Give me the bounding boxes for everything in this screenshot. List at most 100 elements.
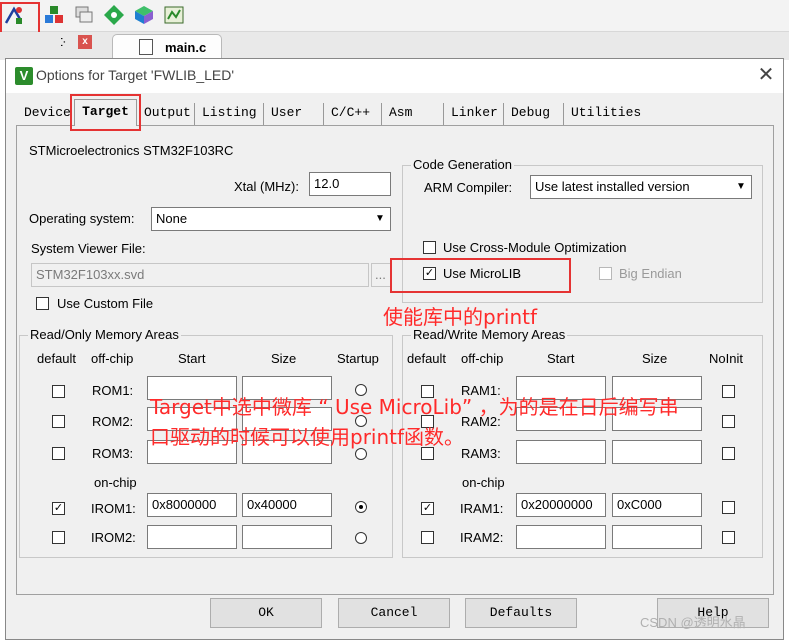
iram2-start-input[interactable] [516, 525, 606, 549]
ram2-noinit-checkbox[interactable] [722, 415, 735, 428]
chevron-down-icon: ▼ [736, 181, 746, 192]
rw-on-chip-label: on-chip [462, 475, 505, 490]
toolbar-highlight-box [0, 2, 40, 34]
iram2-noinit-checkbox[interactable] [722, 531, 735, 544]
editor-tab-main-c[interactable]: main.c [112, 34, 222, 60]
ok-button[interactable]: OK [210, 598, 322, 628]
rw-header-noinit: NoInit [709, 351, 743, 366]
arm-compiler-select[interactable]: Use latest installed version ▼ [530, 175, 752, 199]
iram1-default-checkbox[interactable]: ✓ [421, 502, 434, 515]
os-select-value: None [156, 211, 188, 226]
iram2-label: IRAM2: [460, 530, 504, 545]
os-select[interactable]: None ▼ [151, 207, 391, 231]
arm-compiler-label: ARM Compiler: [424, 180, 513, 195]
rom3-startup-radio[interactable] [355, 448, 367, 460]
pack-installer-icon[interactable] [102, 3, 126, 27]
ro-on-chip-label: on-chip [94, 475, 137, 490]
tab-asm[interactable]: Asm [384, 103, 444, 125]
irom2-size-input[interactable] [242, 525, 332, 549]
irom1-size-input[interactable]: 0x40000 [242, 493, 332, 517]
close-panel-icon[interactable]: x [78, 35, 92, 49]
irom1-start-input[interactable]: 0x8000000 [147, 493, 237, 517]
xtal-input[interactable]: 12.0 [309, 172, 391, 196]
irom2-default-checkbox[interactable] [52, 531, 65, 544]
ram1-noinit-checkbox[interactable] [722, 385, 735, 398]
ram3-noinit-checkbox[interactable] [722, 447, 735, 460]
dialog-title: Options for Target 'FWLIB_LED' [36, 67, 235, 83]
pin-icon[interactable]: ⴾ [56, 36, 70, 50]
target-annotation-line1: Target中选中微库 “ Use MicroLib” ，为的是在日后编写串 [150, 395, 679, 419]
file-extensions-icon[interactable] [72, 3, 96, 27]
tab-output[interactable]: Output [139, 103, 195, 125]
code-generation-title: Code Generation [411, 157, 515, 172]
tab-utilities[interactable]: Utilities [566, 103, 644, 125]
rw-header-size: Size [642, 351, 668, 366]
editor-tab-label: main.c [165, 40, 207, 55]
tab-debug[interactable]: Debug [506, 103, 564, 125]
iram1-noinit-checkbox[interactable] [722, 501, 735, 514]
microlib-highlight-box [390, 258, 571, 293]
ro-header-default: default [37, 351, 77, 366]
csdn-watermark: CSDN @透明水晶 [640, 615, 746, 630]
ro-header-size: Size [271, 351, 297, 366]
select-software-packs-icon[interactable] [132, 3, 156, 27]
rom1-default-checkbox[interactable] [52, 385, 65, 398]
ram3-start-input[interactable] [516, 440, 606, 464]
iram1-start-input[interactable]: 0x20000000 [516, 493, 606, 517]
iram2-size-input[interactable] [612, 525, 702, 549]
big-endian-label: Big Endian [619, 266, 682, 281]
rw-header-default: default [407, 351, 447, 366]
tab-c-cpp[interactable]: C/C++ [326, 103, 382, 125]
big-endian-checkbox [599, 267, 612, 280]
iram1-label: IRAM1: [460, 501, 504, 516]
xtal-label: Xtal (MHz): [234, 179, 299, 194]
chevron-down-icon: ▼ [375, 213, 385, 224]
tab-linker[interactable]: Linker [446, 103, 504, 125]
rom3-default-checkbox[interactable] [52, 447, 65, 460]
cancel-button[interactable]: Cancel [338, 598, 450, 628]
use-custom-file-checkbox[interactable] [36, 297, 49, 310]
tab-device[interactable]: Device [19, 103, 72, 125]
ro-memory-title: Read/Only Memory Areas [28, 327, 181, 342]
close-icon[interactable]: ✕ [756, 65, 776, 85]
iram1-size-input[interactable]: 0xC000 [612, 493, 702, 517]
options-dialog: V Options for Target 'FWLIB_LED' ✕ Devic… [5, 58, 784, 640]
defaults-button[interactable]: Defaults [465, 598, 577, 628]
irom2-start-input[interactable] [147, 525, 237, 549]
rw-memory-title: Read/Write Memory Areas [411, 327, 568, 342]
microlib-annotation: 使能库中的printf [383, 305, 538, 329]
rom3-label: ROM3: [92, 446, 134, 461]
rw-header-offchip: off-chip [461, 351, 504, 366]
arm-compiler-value: Use latest installed version [535, 179, 690, 194]
ro-header-offchip: off-chip [91, 351, 134, 366]
rom2-default-checkbox[interactable] [52, 415, 65, 428]
os-label: Operating system: [29, 211, 135, 226]
project-manager-icon[interactable] [162, 3, 186, 27]
cross-module-label: Use Cross-Module Optimization [443, 240, 627, 255]
viewer-browse-button: ... [371, 263, 391, 287]
file-icon [139, 39, 153, 55]
viewer-file-input: STM32F103xx.svd [31, 263, 369, 287]
viewer-label: System Viewer File: [31, 241, 146, 256]
tab-listing[interactable]: Listing [197, 103, 264, 125]
irom1-default-checkbox[interactable]: ✓ [52, 502, 65, 515]
ro-header-startup: Startup [337, 351, 379, 366]
irom2-startup-radio[interactable] [355, 532, 367, 544]
iram2-default-checkbox[interactable] [421, 531, 434, 544]
manage-components-icon[interactable] [42, 3, 66, 27]
tab-user[interactable]: User [266, 103, 324, 125]
keil-app-icon: V [15, 67, 33, 85]
ram3-size-input[interactable] [612, 440, 702, 464]
irom1-label: IROM1: [91, 501, 136, 516]
target-tab-highlight-box [70, 94, 141, 131]
rom1-label: ROM1: [92, 383, 134, 398]
rw-header-start: Start [547, 351, 575, 366]
target-annotation-line2: 口驱动的时候可以使用printf函数。 [150, 425, 465, 449]
irom1-startup-radio[interactable] [355, 501, 367, 513]
device-name: STMicroelectronics STM32F103RC [29, 143, 234, 158]
ro-header-start: Start [178, 351, 206, 366]
use-custom-file-label: Use Custom File [57, 296, 154, 311]
cross-module-checkbox[interactable] [423, 241, 436, 254]
rom2-label: ROM2: [92, 414, 134, 429]
dialog-title-bar: V Options for Target 'FWLIB_LED' ✕ [6, 59, 783, 93]
